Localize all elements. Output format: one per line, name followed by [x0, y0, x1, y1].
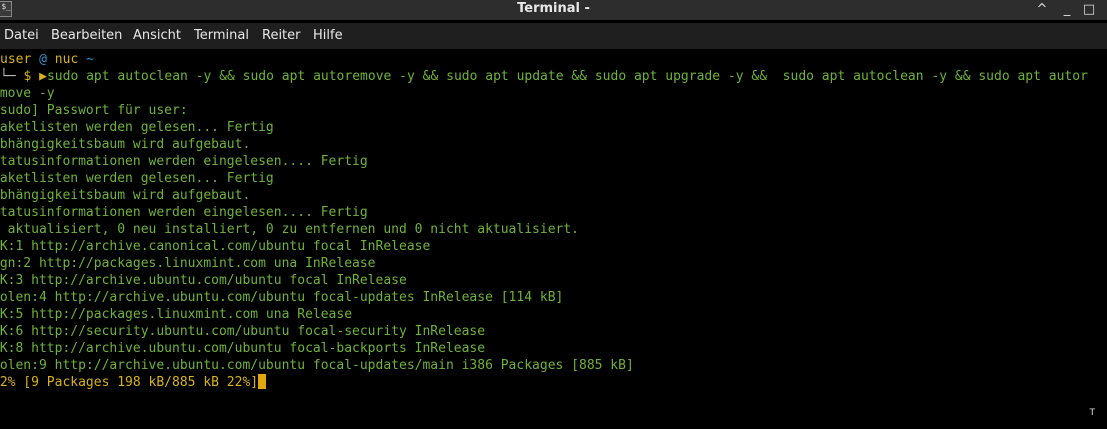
prompt-dollar: $: [23, 69, 40, 84]
command-line: └─ $ ▶sudo apt autoclean -y && sudo apt …: [0, 68, 1088, 85]
output-line: [sudo] Passwort für user:: [0, 103, 188, 118]
window-title: Terminal -: [517, 1, 590, 16]
menu-ansicht[interactable]: Ansicht: [133, 28, 181, 43]
title-bar: $_ Terminal - ^ _ □: [0, 0, 1107, 20]
prompt-dir: ~: [78, 52, 94, 67]
output-line: Abhängigkeitsbaum wird aufgebaut.: [0, 188, 251, 203]
menu-reiter[interactable]: Reiter: [262, 28, 301, 43]
prompt-line: user @ nuc ~: [0, 51, 94, 68]
minimize-button[interactable]: _: [1058, 0, 1076, 20]
output-line: OK:8 http://archive.ubuntu.com/ubuntu fo…: [0, 341, 486, 356]
menu-bearbeiten[interactable]: Bearbeiten: [51, 28, 122, 43]
collapse-button[interactable]: ^: [1033, 0, 1051, 20]
output-line: Abhängigkeitsbaum wird aufgebaut.: [0, 137, 251, 152]
command-continuation: emove -y: [0, 86, 55, 101]
prompt-host: nuc: [54, 52, 79, 67]
output-line: 0 aktualisiert, 0 neu installiert, 0 zu …: [0, 222, 579, 237]
output-line: OK:6 http://security.ubuntu.com/ubuntu f…: [0, 324, 486, 339]
menu-datei[interactable]: Datei: [4, 28, 39, 43]
terminal-output[interactable]: user @ nuc ~ └─ $ ▶sudo apt autoclean -y…: [0, 50, 1107, 429]
output-line: Paketlisten werden gelesen... Fertig: [0, 120, 274, 135]
prompt-arrow: ▶: [39, 69, 47, 84]
output-line: Holen:4 http://archive.ubuntu.com/ubuntu…: [0, 290, 564, 305]
menu-hilfe[interactable]: Hilfe: [313, 28, 343, 43]
output-line: Ign:2 http://packages.linuxmint.com una …: [0, 256, 376, 271]
command-text: sudo apt autoclean -y && sudo apt autore…: [46, 69, 1088, 84]
terminal-cursor: [258, 374, 267, 389]
output-line: Paketlisten werden gelesen... Fertig: [0, 171, 274, 186]
output-line: OK:1 http://archive.canonical.com/ubuntu…: [0, 239, 431, 254]
prompt-user: user: [0, 52, 32, 67]
output-line: Statusinformationen werden eingelesen...…: [0, 205, 368, 220]
output-line: Statusinformationen werden eingelesen...…: [0, 154, 368, 169]
scroll-indicator[interactable]: T: [1090, 408, 1096, 418]
prompt-branch: └─: [0, 69, 24, 84]
menu-bar: Datei Bearbeiten Ansicht Terminal Reiter…: [0, 23, 1107, 49]
output-line: Holen:9 http://archive.ubuntu.com/ubuntu…: [0, 358, 634, 373]
maximize-button[interactable]: □: [1080, 0, 1098, 20]
progress-line: 22% [9 Packages 198 kB/885 kB 22%]: [0, 374, 267, 391]
output-line: OK:5 http://packages.linuxmint.com una R…: [0, 307, 353, 322]
progress-text: 22% [9 Packages 198 kB/885 kB 22%]: [0, 375, 259, 390]
output-line: OK:3 http://archive.ubuntu.com/ubuntu fo…: [0, 273, 407, 288]
prompt-at: @: [31, 52, 55, 67]
menu-terminal[interactable]: Terminal: [194, 28, 249, 43]
